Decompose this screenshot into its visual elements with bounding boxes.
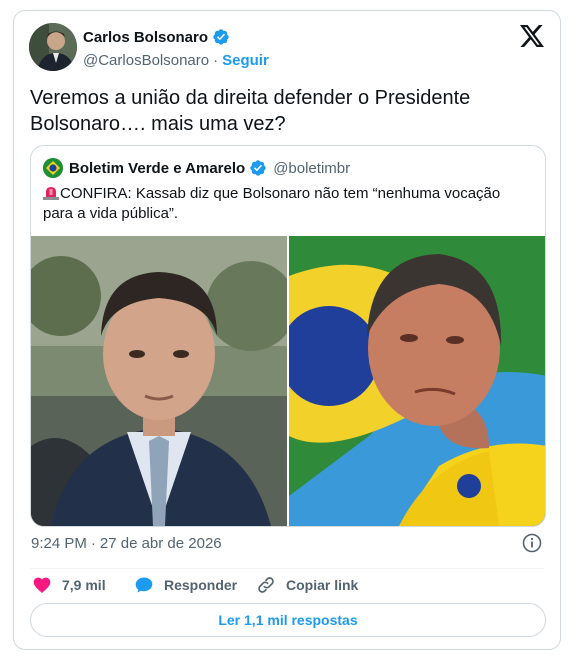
copy-link-button[interactable]: Copiar link bbox=[256, 575, 358, 595]
avatar[interactable] bbox=[29, 23, 77, 71]
author-name[interactable]: Carlos Bolsonaro bbox=[83, 29, 208, 46]
like-count: 7,9 mil bbox=[62, 577, 106, 593]
follow-button[interactable]: Seguir bbox=[222, 52, 269, 69]
divider bbox=[30, 568, 544, 569]
author-name-row[interactable]: Carlos Bolsonaro bbox=[83, 28, 230, 46]
tweet-card: Carlos Bolsonaro @CarlosBolsonaro · Segu… bbox=[13, 10, 561, 650]
reply-bubble-icon bbox=[135, 577, 153, 593]
handle-separator: · bbox=[213, 52, 219, 69]
quoted-text-block: CONFIRA: Kassab diz que Bolsonaro não te… bbox=[43, 184, 533, 224]
verified-badge-icon bbox=[250, 160, 266, 176]
action-bar: 7,9 mil Responder Copiar link bbox=[32, 573, 358, 597]
quoted-text: CONFIRA: Kassab diz que Bolsonaro não te… bbox=[43, 185, 501, 222]
reply-button[interactable]: Responder bbox=[134, 575, 256, 595]
like-button[interactable]: 7,9 mil bbox=[32, 575, 134, 595]
siren-icon bbox=[43, 187, 59, 200]
time-separator: · bbox=[90, 535, 96, 552]
quoted-handle[interactable]: @boletimbr bbox=[273, 160, 350, 177]
quoted-name-row: Boletim Verde e Amarelo @boletimbr bbox=[69, 159, 350, 177]
photo-bolsonaro[interactable] bbox=[289, 236, 545, 526]
tweet-time[interactable]: 9:24 PM bbox=[31, 535, 87, 552]
tweet-date[interactable]: 27 de abr de 2026 bbox=[100, 535, 222, 552]
author-handle[interactable]: @CarlosBolsonaro bbox=[83, 52, 209, 69]
quoted-avatar[interactable] bbox=[43, 158, 63, 178]
read-replies-label: Ler 1,1 mil respostas bbox=[218, 612, 358, 628]
photo-kassab[interactable] bbox=[31, 236, 287, 526]
reply-label: Responder bbox=[164, 577, 238, 593]
heart-icon bbox=[33, 577, 51, 593]
timestamp[interactable]: 9:24 PM · 27 de abr de 2026 bbox=[31, 535, 222, 552]
x-logo-icon[interactable] bbox=[520, 25, 544, 47]
tweet-text: Veremos a união da direita defender o Pr… bbox=[30, 87, 471, 135]
read-replies-button[interactable]: Ler 1,1 mil respostas bbox=[30, 603, 546, 637]
quoted-tweet[interactable]: Boletim Verde e Amarelo @boletimbr CONFI… bbox=[30, 145, 546, 527]
copy-link-label: Copiar link bbox=[286, 577, 359, 593]
link-icon bbox=[258, 577, 274, 593]
handle-row: @CarlosBolsonaro · Seguir bbox=[83, 52, 269, 69]
quoted-name[interactable]: Boletim Verde e Amarelo bbox=[69, 160, 245, 177]
verified-badge-icon bbox=[213, 29, 229, 45]
info-icon[interactable] bbox=[522, 533, 542, 553]
